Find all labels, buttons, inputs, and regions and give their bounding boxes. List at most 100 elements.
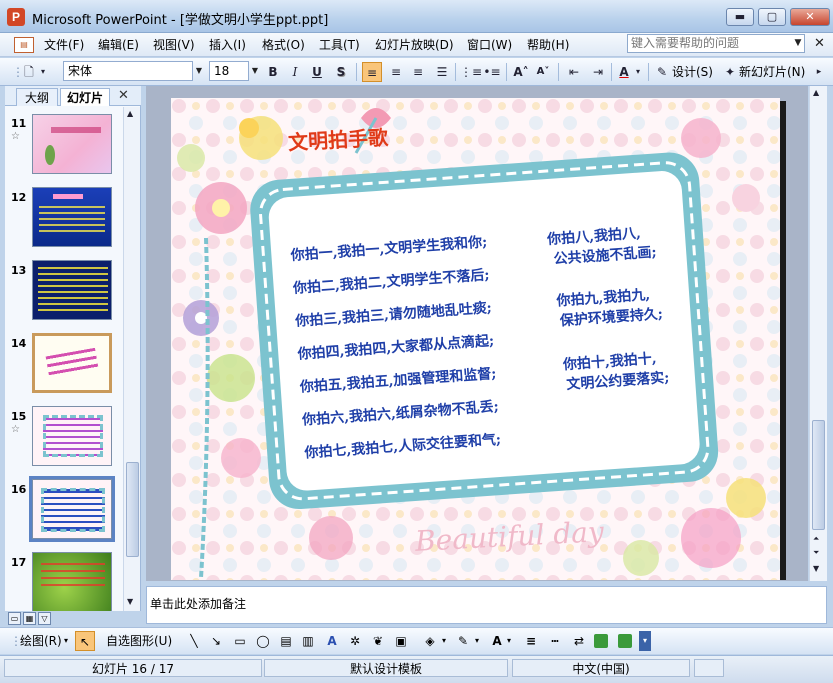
sorter-view-icon[interactable]: ▦ [23, 612, 36, 625]
menu-file[interactable]: 文件(F) [44, 37, 84, 53]
slide-thumbnail-16-selected[interactable] [29, 476, 115, 542]
minimize-button[interactable]: ▬ [726, 8, 754, 26]
font-name-dropdown-icon[interactable]: ▼ [193, 62, 205, 80]
new-document-icon[interactable]: 🗋 [20, 62, 38, 82]
vertical-textbox-icon[interactable]: ▥ [300, 631, 316, 651]
design-button[interactable]: 设计(S) [672, 62, 713, 82]
clipart-icon[interactable]: ❦ [370, 631, 386, 651]
maximize-button[interactable]: ▢ [758, 8, 786, 26]
menu-view[interactable]: 视图(V) [153, 37, 195, 53]
menu-slideshow[interactable]: 幻灯片放映(D) [375, 37, 454, 53]
document-close-button[interactable]: ✕ [814, 36, 825, 51]
picture-icon[interactable]: ▣ [393, 631, 409, 651]
autoshapes-button[interactable]: 自选图形(U) [106, 631, 172, 651]
new-slide-icon[interactable]: ✦ [722, 62, 738, 82]
align-center-icon[interactable]: ≡ [386, 62, 406, 82]
powerpoint-app-icon[interactable]: P [7, 8, 25, 26]
line-color-icon[interactable]: ✎ [455, 631, 471, 651]
slide-thumbnail-11[interactable] [32, 114, 112, 174]
line-style-icon[interactable]: ≡ [522, 631, 540, 651]
slide-thumbnail-13[interactable] [32, 260, 112, 320]
wordart-icon[interactable]: A [324, 631, 340, 651]
slideshow-view-icon[interactable]: ▽ [38, 612, 51, 625]
increase-indent-icon[interactable]: ⇥ [588, 62, 608, 82]
tab-slides[interactable]: 幻灯片 [60, 88, 110, 106]
scroll-thumb[interactable] [126, 462, 139, 557]
design-icon[interactable]: ✎ [653, 62, 671, 82]
document-icon[interactable]: ▤ [14, 37, 34, 53]
notes-placeholder[interactable]: 单击此处添加备注 [150, 595, 246, 612]
font-size-dropdown-icon[interactable]: ▼ [249, 62, 261, 80]
menu-help[interactable]: 帮助(H) [527, 37, 569, 53]
arrow-tool-icon[interactable]: ↘ [208, 631, 224, 651]
toolbar-separator [648, 63, 649, 81]
font-size-field[interactable]: 18 [209, 61, 249, 81]
drawbar-options-icon[interactable]: ▾ [639, 631, 651, 651]
scroll-up-icon[interactable]: ▲ [127, 109, 133, 118]
draw-dropdown-icon[interactable]: ▾ [62, 631, 70, 651]
slide-thumbnail-15[interactable] [32, 406, 112, 466]
next-slide-icon[interactable]: ⏷ [813, 548, 819, 558]
textbox-tool-icon[interactable]: ▤ [278, 631, 294, 651]
arrow-style-icon[interactable]: ⇄ [570, 631, 588, 651]
shadow-style-icon[interactable] [594, 634, 608, 648]
toolbar-separator [356, 63, 357, 81]
fill-color-icon[interactable]: ◈ [422, 631, 438, 651]
scroll-thumb[interactable] [812, 420, 825, 530]
help-dropdown-icon[interactable]: ▼ [791, 34, 805, 53]
font-name-field[interactable]: 宋体 [63, 61, 193, 81]
draw-menu-button[interactable]: 绘图(R) [20, 631, 62, 651]
new-slide-button[interactable]: 新幻灯片(N) [739, 62, 805, 82]
align-left-icon[interactable]: ≡ [362, 62, 382, 82]
drawbar-font-color-icon[interactable]: A [490, 631, 504, 651]
dash-style-icon[interactable]: ┅ [546, 631, 564, 651]
scroll-down-icon[interactable]: ▼ [813, 564, 819, 573]
diagram-icon[interactable]: ✲ [347, 631, 363, 651]
normal-view-icon[interactable]: ▭ [8, 612, 21, 625]
menu-tools[interactable]: 工具(T) [319, 37, 360, 53]
scroll-down-icon[interactable]: ▼ [127, 597, 133, 606]
close-button[interactable]: ✕ [790, 8, 830, 26]
increase-font-icon[interactable]: A˄ [511, 62, 531, 82]
menu-window[interactable]: 窗口(W) [467, 37, 512, 53]
help-search-input[interactable]: 键入需要帮助的问题 [627, 34, 805, 53]
underline-button[interactable]: U [310, 62, 324, 82]
menu-insert[interactable]: 插入(I) [209, 37, 246, 53]
template-status[interactable]: 默认设计模板 [264, 659, 508, 677]
decrease-font-icon[interactable]: A˅ [534, 62, 552, 82]
tab-outline[interactable]: 大纲 [16, 88, 58, 106]
menu-edit[interactable]: 编辑(E) [98, 37, 139, 53]
notes-pane[interactable] [146, 586, 827, 624]
align-right-icon[interactable]: ≡ [408, 62, 428, 82]
thumbnail-scrollbar[interactable]: ▲ ▼ [123, 107, 140, 611]
toolbar-options-icon[interactable]: ▸ [812, 62, 826, 82]
distributed-icon[interactable]: ☰ [432, 62, 452, 82]
numbering-icon[interactable]: ⋮≡ [460, 62, 482, 82]
previous-slide-icon[interactable]: ⏶ [813, 534, 819, 544]
slide-number: 17 [11, 556, 27, 569]
line-color-dropdown-icon[interactable]: ▾ [473, 631, 481, 651]
panel-close-button[interactable]: ✕ [118, 88, 129, 104]
decrease-indent-icon[interactable]: ⇤ [564, 62, 584, 82]
bullets-icon[interactable]: •≡ [482, 62, 502, 82]
drawbar-font-color-dropdown-icon[interactable]: ▾ [505, 631, 513, 651]
rectangle-tool-icon[interactable]: ▭ [232, 631, 248, 651]
font-color-dropdown-icon[interactable]: ▾ [633, 62, 643, 82]
italic-button[interactable]: I [288, 62, 302, 82]
slide-scrollbar[interactable]: ▲ ⏶ ⏷ ▼ [809, 86, 827, 581]
font-color-button[interactable]: A [616, 62, 632, 82]
slide-thumbnail-12[interactable] [32, 187, 112, 247]
text-shadow-button[interactable]: S [334, 62, 348, 82]
menu-format[interactable]: 格式(O) [262, 37, 305, 53]
slide-thumbnail-14[interactable] [32, 333, 112, 393]
fill-color-dropdown-icon[interactable]: ▾ [440, 631, 448, 651]
line-tool-icon[interactable]: ╲ [186, 631, 202, 651]
scroll-up-icon[interactable]: ▲ [813, 88, 819, 97]
poem-text-block[interactable]: 你拍一,我拍一,文明学生我和你; 你拍二,我拍二,文明学生不落后; 你拍三,我拍… [290, 216, 727, 505]
new-dropdown-icon[interactable]: ▾ [38, 62, 48, 82]
3d-style-icon[interactable] [618, 634, 632, 648]
bold-button[interactable]: B [266, 62, 280, 82]
oval-tool-icon[interactable]: ◯ [255, 631, 271, 651]
slide-thumbnail-17[interactable] [32, 552, 112, 611]
select-pointer-icon[interactable]: ↖ [75, 631, 95, 651]
